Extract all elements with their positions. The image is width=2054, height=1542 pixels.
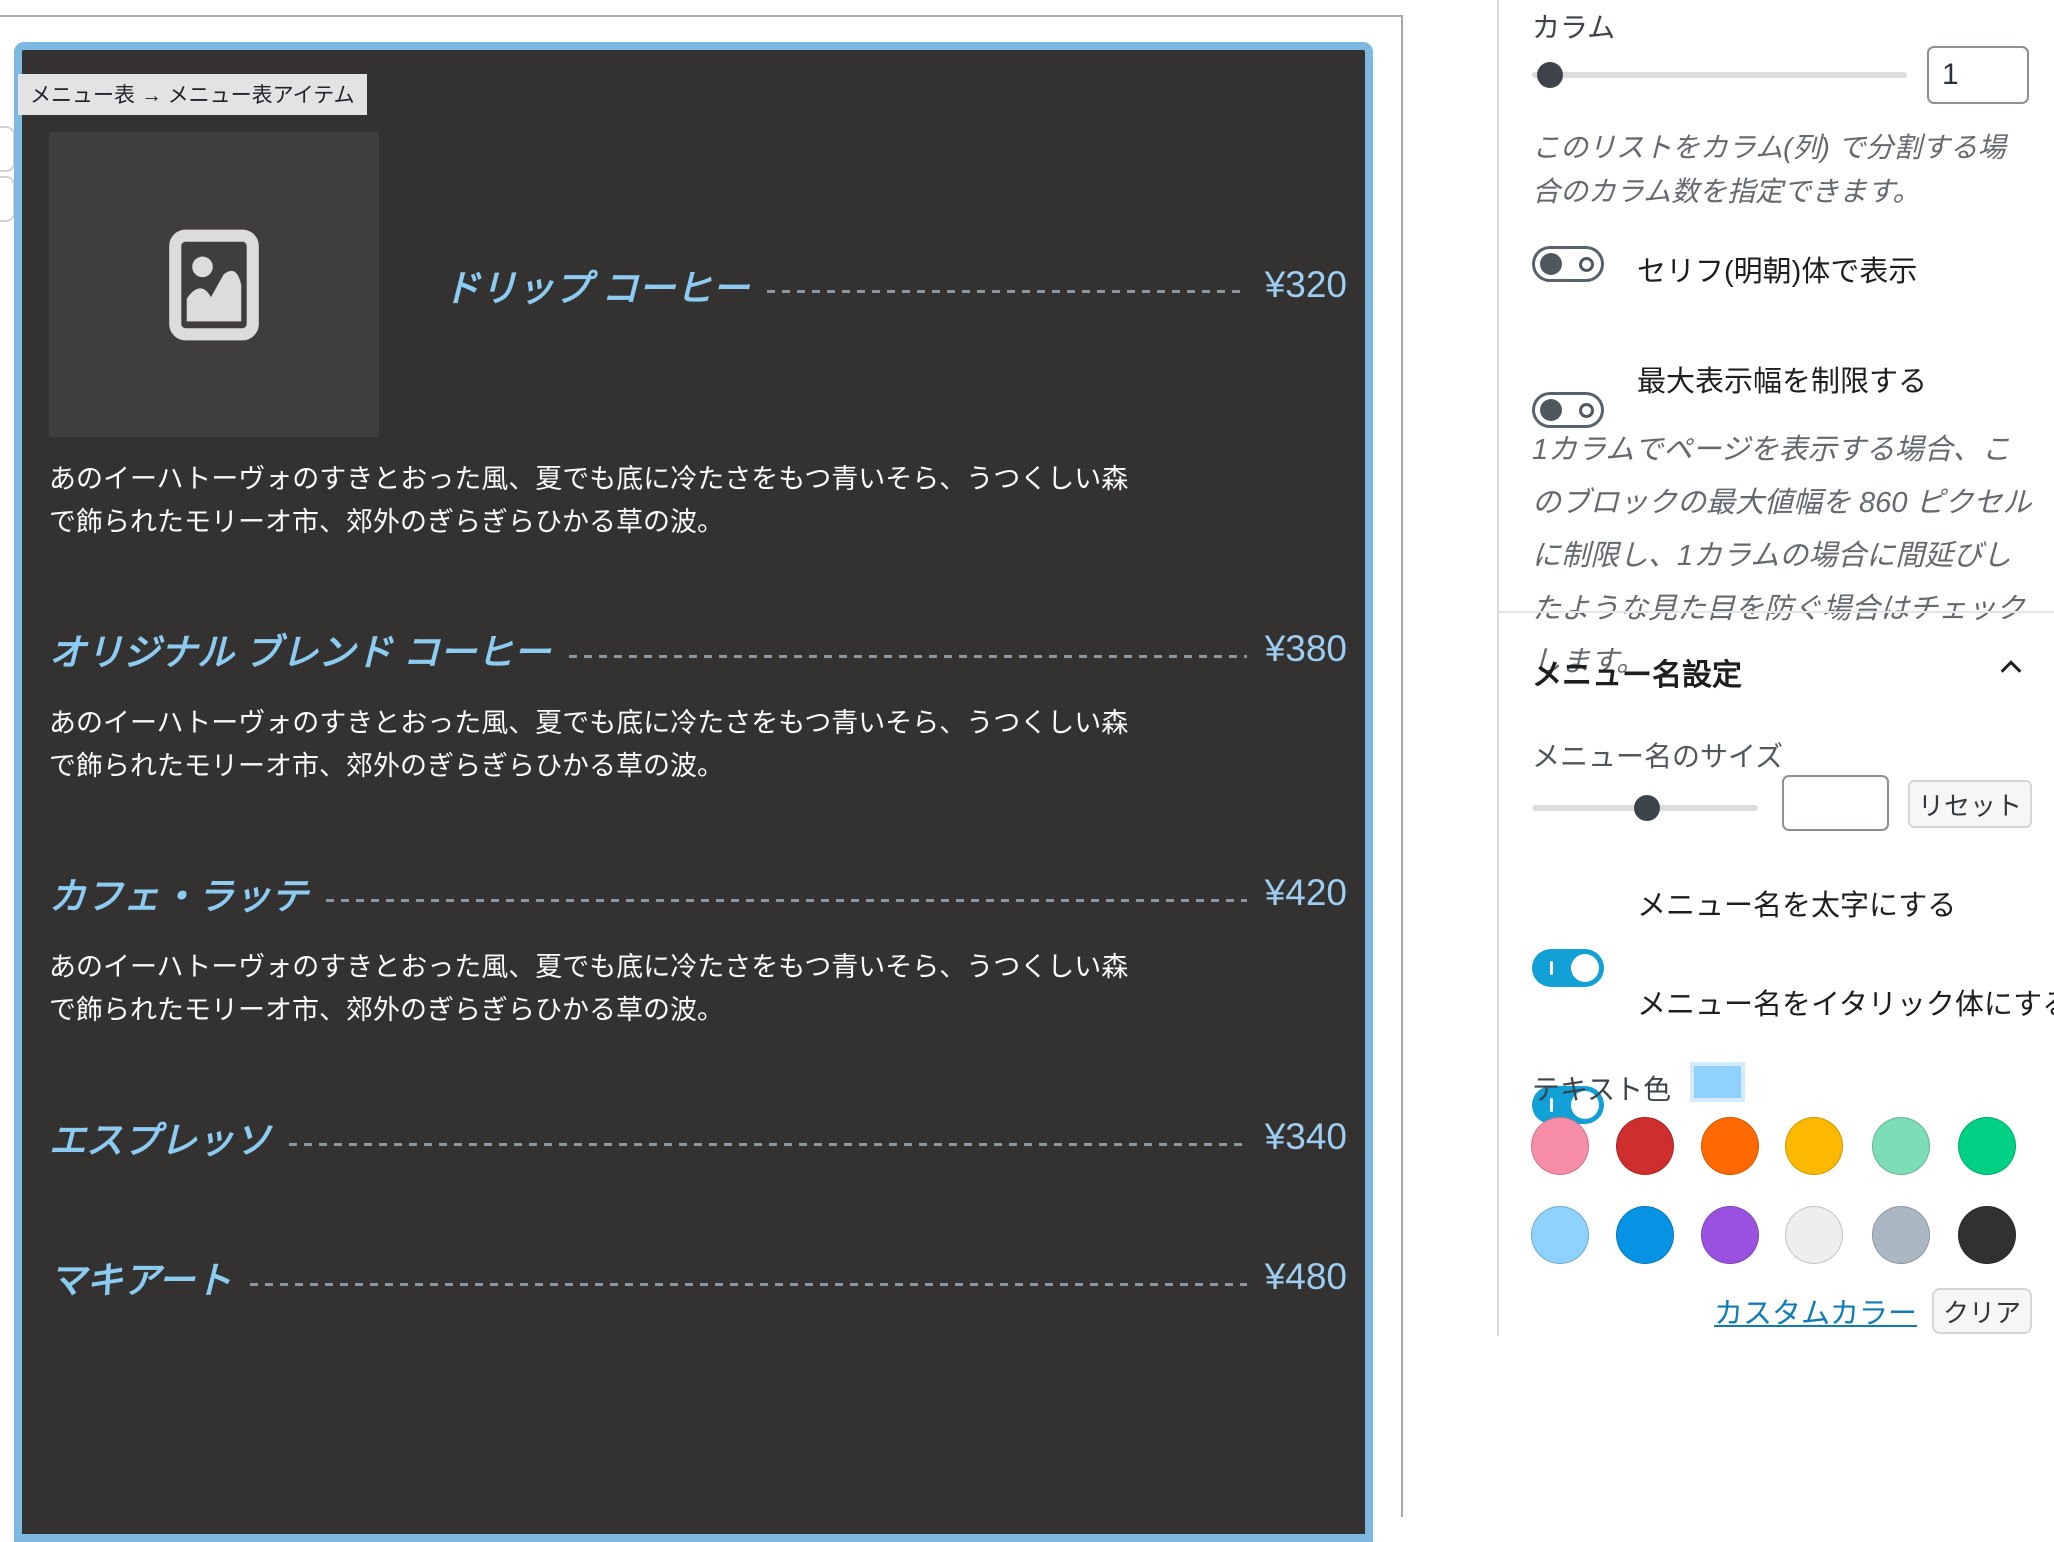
menu-item-name[interactable]: エスプレッソ	[49, 1110, 271, 1164]
bold-toggle-label: メニュー名を太字にする	[1637, 890, 1957, 922]
clear-button[interactable]: クリア	[1932, 1288, 2032, 1334]
menu-item-row: オリジナル ブレンド コーヒー ¥380	[49, 622, 1347, 676]
menu-item-price[interactable]: ¥320	[1265, 264, 1347, 306]
menu-item-description[interactable]: あのイーハトーヴォのすきとおった風、夏でも底に冷たさをもつ青いそら、うつくしい森…	[49, 946, 1129, 1032]
menu-item-row: エスプレッソ ¥340	[49, 1110, 1347, 1164]
image-placeholder[interactable]	[49, 132, 379, 437]
block-toolbar-pill-top[interactable]	[0, 126, 15, 172]
columns-number-input[interactable]	[1927, 46, 2029, 104]
menu-item-description[interactable]: あのイーハトーヴォのすきとおった風、夏でも底に冷たさをもつ青いそら、うつくしい森…	[49, 702, 1129, 788]
block-breadcrumb[interactable]: メニュー表 → メニュー表アイテム	[18, 74, 367, 115]
image-icon	[169, 229, 259, 340]
menu-item-name[interactable]: マキアート	[49, 1250, 232, 1304]
menu-item-row: カフェ・ラッテ ¥420	[49, 866, 1347, 920]
toggle-knob	[1540, 253, 1562, 275]
dotted-leader	[326, 898, 1247, 902]
menu-item-name-row: オリジナル ブレンド コーヒー ¥380	[49, 622, 1347, 676]
columns-slider-thumb[interactable]	[1537, 62, 1563, 88]
dotted-leader	[767, 290, 1247, 293]
chevron-up-icon[interactable]	[1997, 655, 2025, 679]
palette-color[interactable]	[1701, 1206, 1759, 1264]
palette-color[interactable]	[1958, 1206, 2016, 1264]
toggle-on-bar	[1550, 961, 1553, 975]
palette-color[interactable]	[1872, 1117, 1930, 1175]
palette-color[interactable]	[1531, 1117, 1589, 1175]
text-color-label: テキスト色	[1532, 1074, 1672, 1105]
palette-color[interactable]	[1785, 1206, 1843, 1264]
palette-color[interactable]	[1616, 1206, 1674, 1264]
palette-color[interactable]	[1701, 1117, 1759, 1175]
menu-item-name-row: カフェ・ラッテ ¥420	[49, 866, 1347, 920]
menu-item-name-row: マキアート ¥480	[49, 1250, 1347, 1304]
menu-item-price[interactable]: ¥380	[1265, 628, 1347, 670]
max-width-toggle-label: 最大表示幅を制限する	[1637, 366, 1928, 398]
palette-color[interactable]	[1872, 1206, 1930, 1264]
menu-item-name[interactable]: オリジナル ブレンド コーヒー	[49, 622, 551, 676]
selected-color-swatch[interactable]	[1690, 1062, 1745, 1102]
toggle-ring	[1579, 257, 1594, 272]
max-width-toggle[interactable]	[1532, 392, 1604, 428]
menu-item-price[interactable]: ¥420	[1265, 872, 1347, 914]
menu-table-block[interactable]: ドリップ コーヒー ¥320 あのイーハトーヴォのすきとおった風、夏でも底に冷た…	[14, 42, 1373, 1542]
palette-color[interactable]	[1958, 1117, 2016, 1175]
menu-item-name[interactable]: ドリップ コーヒー	[443, 258, 749, 312]
serif-toggle[interactable]	[1532, 246, 1604, 282]
italic-toggle-label: メニュー名をイタリック体にする	[1637, 989, 2054, 1021]
menu-name-size-slider-thumb[interactable]	[1634, 795, 1660, 821]
toggle-ring	[1579, 403, 1594, 418]
menu-name-size-input[interactable]	[1782, 775, 1889, 831]
columns-slider[interactable]	[1532, 72, 1907, 78]
menu-name-panel-title[interactable]: メニュー名設定	[1532, 650, 1742, 694]
menu-item-description[interactable]: あのイーハトーヴォのすきとおった風、夏でも底に冷たさをもつ青いそら、うつくしい森…	[49, 458, 1129, 544]
menu-item-row: マキアート ¥480	[49, 1250, 1347, 1304]
custom-color-link[interactable]: カスタムカラー	[1714, 1290, 1917, 1332]
bold-toggle[interactable]	[1532, 949, 1604, 987]
dotted-leader	[289, 1142, 1247, 1146]
serif-toggle-label: セリフ(明朝)体で表示	[1637, 256, 1918, 288]
block-settings-sidebar: カラム このリストをカラム(列) で分割する場合のカラム数を指定できます。 セリ…	[1497, 0, 2054, 1336]
columns-help-text: このリストをカラム(列) で分割する場合のカラム数を指定できます。	[1532, 132, 2006, 207]
menu-item-price[interactable]: ¥480	[1265, 1256, 1347, 1298]
menu-name-size-label: メニュー名のサイズ	[1532, 741, 1784, 772]
panel-divider	[1499, 611, 2054, 613]
dotted-leader	[568, 654, 1247, 658]
palette-color[interactable]	[1531, 1206, 1589, 1264]
menu-item-price[interactable]: ¥340	[1265, 1116, 1347, 1158]
columns-label: カラム	[1532, 12, 1616, 43]
dotted-leader	[249, 1282, 1247, 1286]
menu-body: ドリップ コーヒー ¥320 あのイーハトーヴォのすきとおった風、夏でも底に冷た…	[22, 50, 1365, 1304]
menu-item-name-row: エスプレッソ ¥340	[49, 1110, 1347, 1164]
reset-button[interactable]: リセット	[1908, 780, 2032, 828]
menu-item-name-row: ドリップ コーヒー ¥320	[443, 258, 1347, 312]
toggle-knob	[1571, 954, 1599, 982]
palette-color[interactable]	[1785, 1117, 1843, 1175]
block-toolbar-pill-bottom[interactable]	[0, 176, 15, 222]
menu-item-name[interactable]: カフェ・ラッテ	[49, 866, 308, 920]
toggle-knob	[1540, 399, 1562, 421]
palette-color[interactable]	[1616, 1117, 1674, 1175]
